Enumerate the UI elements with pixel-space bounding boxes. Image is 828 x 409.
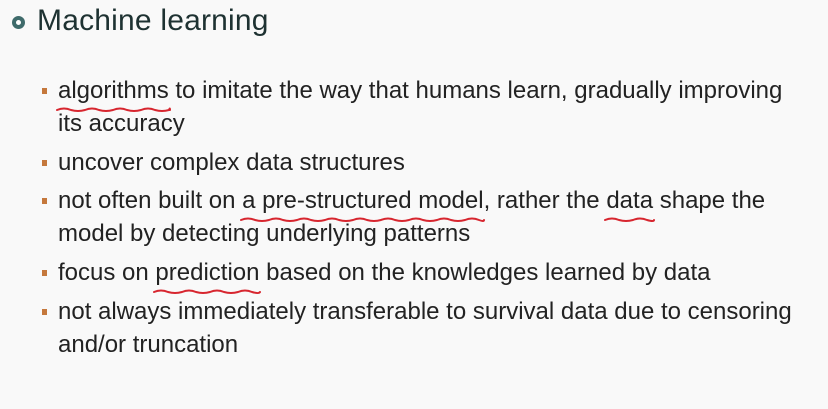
slide-heading: Machine learning bbox=[12, 4, 269, 38]
bullet-list: algorithms to imitate the way that human… bbox=[40, 74, 810, 367]
bullet-text: based on the knowledges learned by data bbox=[259, 259, 711, 286]
bullet-item: not always immediately transferable to s… bbox=[40, 295, 810, 361]
underlined-phrase: prediction bbox=[153, 256, 262, 294]
underlined-phrase: a pre-structured model bbox=[240, 184, 486, 222]
bullet-item: uncover complex data structures bbox=[40, 146, 810, 179]
bullet-text: focus on bbox=[58, 259, 156, 286]
square-bullet-icon bbox=[42, 309, 47, 315]
red-underline-annotation bbox=[56, 107, 171, 112]
red-underline-annotation bbox=[240, 217, 486, 222]
slide-title: Machine learning bbox=[37, 4, 269, 37]
bullet-item: focus on prediction based on the knowled… bbox=[40, 256, 810, 294]
square-bullet-icon bbox=[42, 198, 47, 204]
circle-bullet-icon bbox=[12, 15, 25, 29]
square-bullet-icon bbox=[42, 160, 47, 166]
bullet-text: uncover complex data structures bbox=[58, 149, 405, 176]
bullet-text: , rather the bbox=[483, 187, 607, 214]
bullet-text: not always immediately transferable to s… bbox=[58, 298, 792, 358]
square-bullet-icon bbox=[42, 88, 47, 94]
red-underline-annotation bbox=[604, 217, 656, 222]
square-bullet-icon bbox=[42, 270, 47, 276]
bullet-item: not often built on a pre-structured mode… bbox=[40, 184, 810, 250]
bullet-item: algorithms to imitate the way that human… bbox=[40, 74, 810, 140]
slide: Machine learning algorithms to imitate t… bbox=[0, 0, 828, 409]
bullet-text: not often built on bbox=[58, 187, 243, 214]
underlined-phrase: data bbox=[604, 184, 656, 222]
underlined-phrase: algorithms bbox=[56, 74, 171, 112]
